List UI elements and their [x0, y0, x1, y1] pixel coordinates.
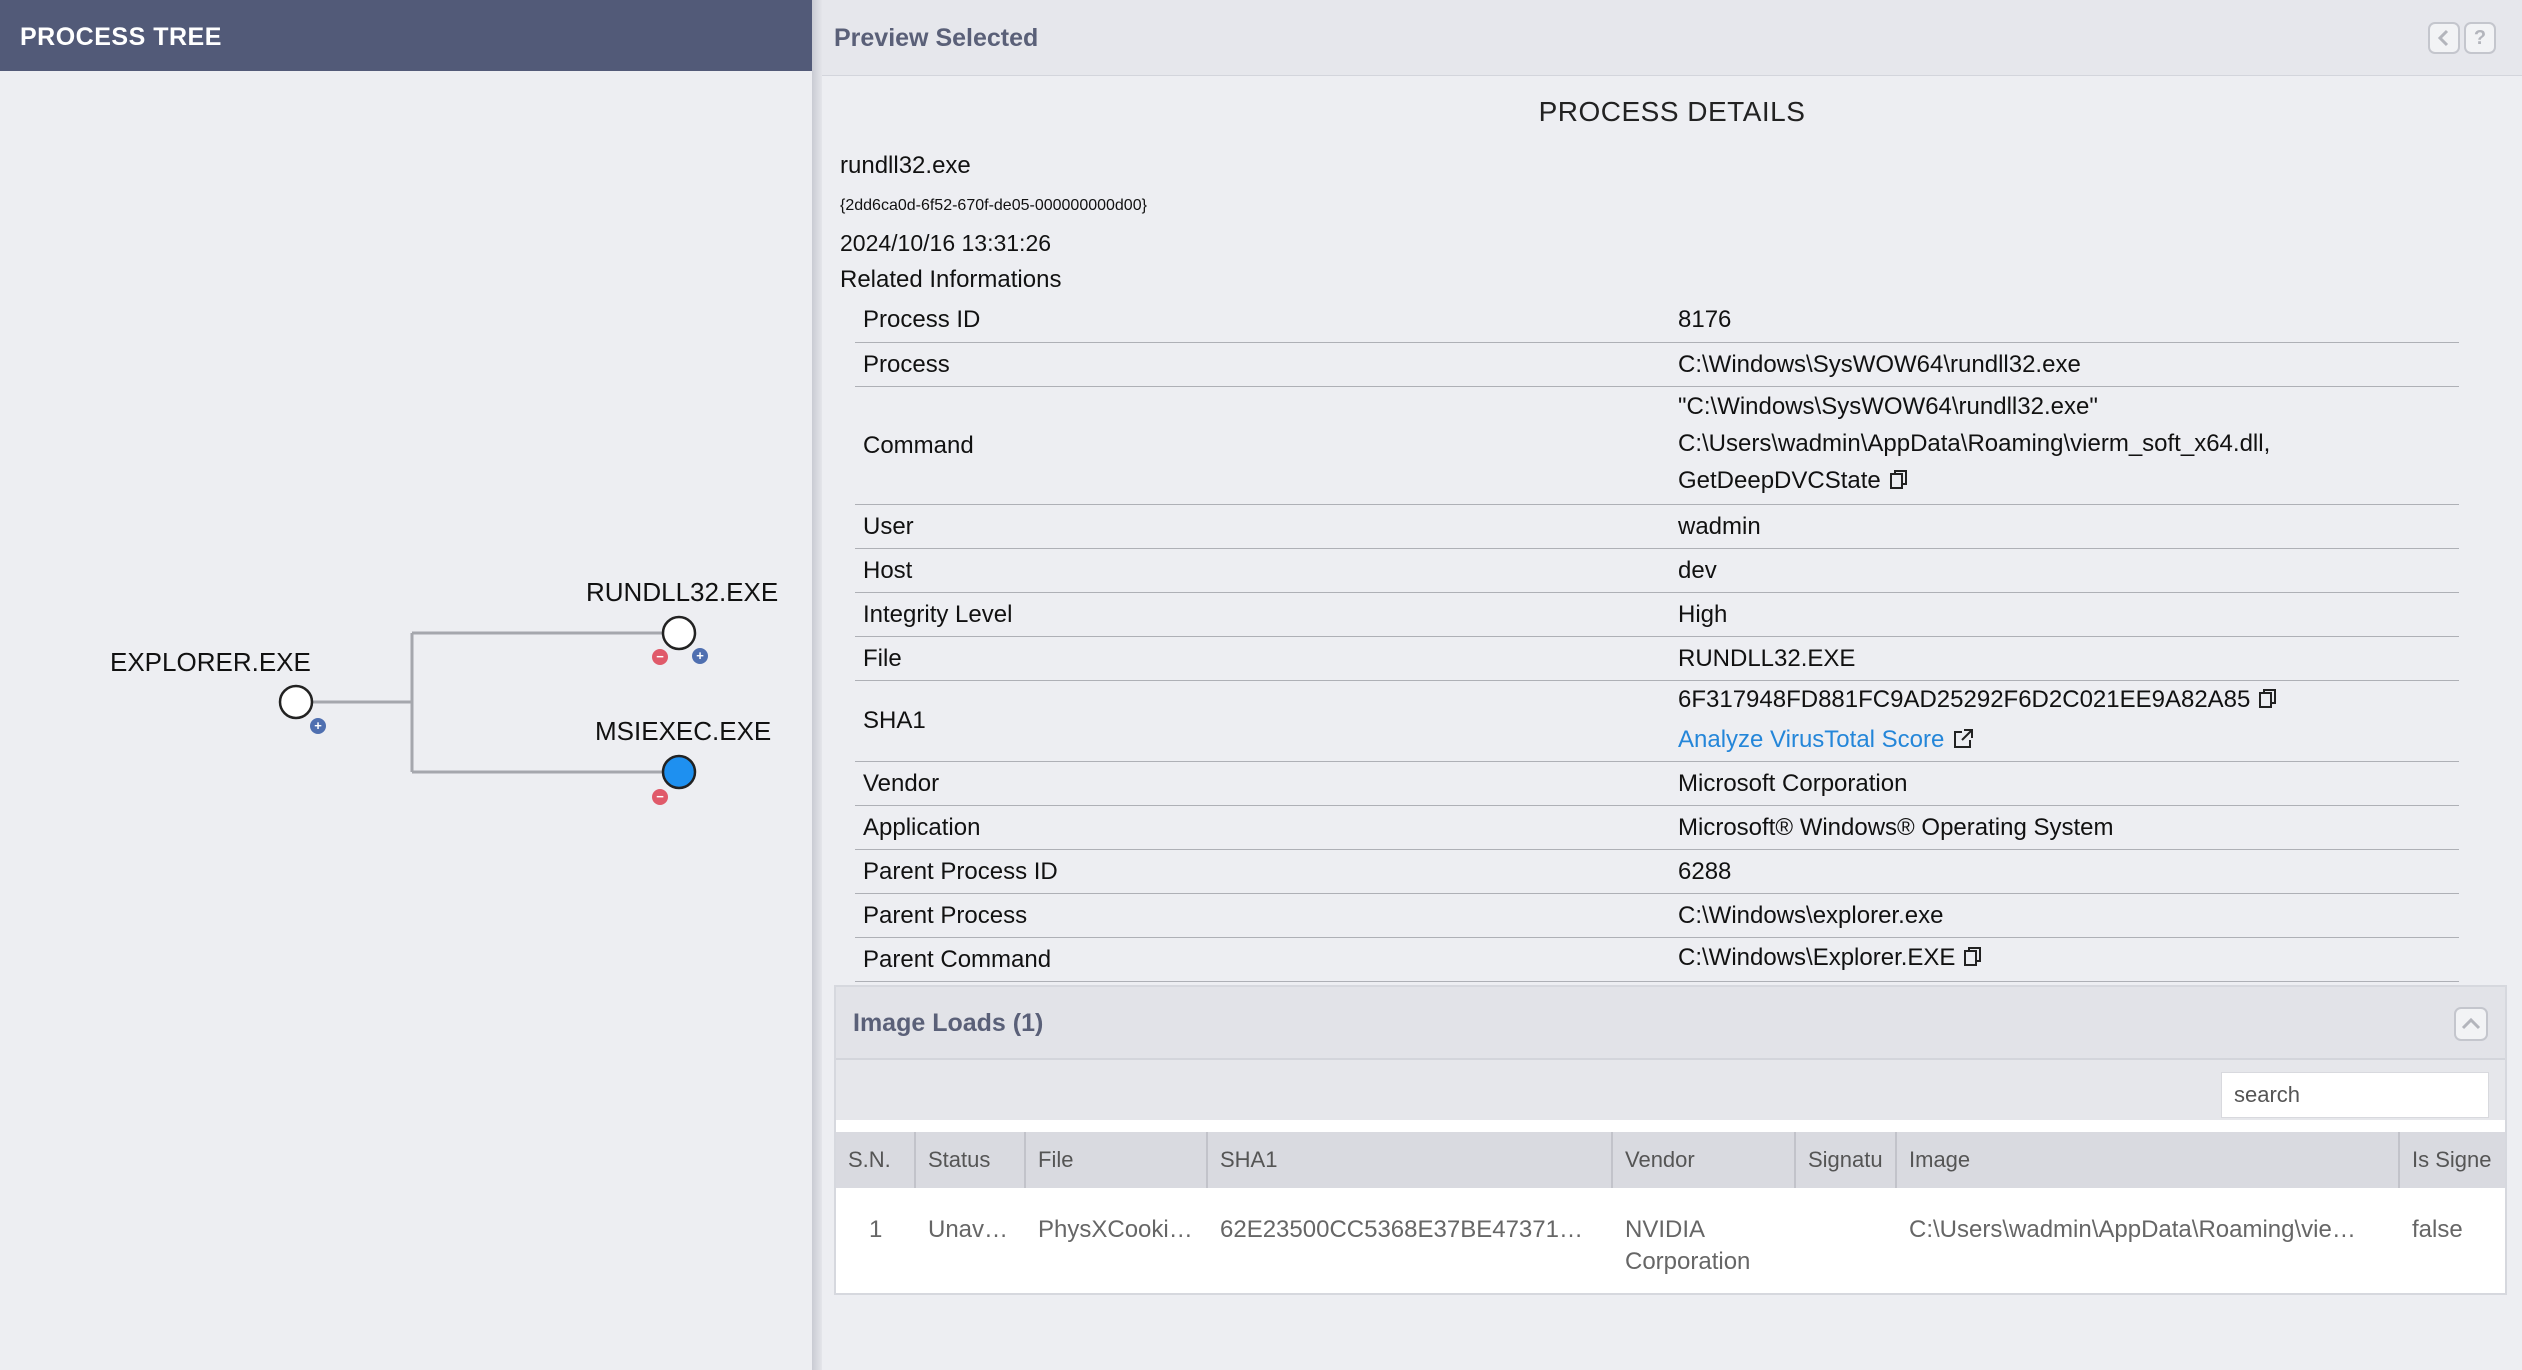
copy-icon[interactable]	[1889, 465, 1909, 502]
cell-sn: 1	[869, 1216, 883, 1243]
help-icon[interactable]: ?	[2464, 22, 2496, 54]
column-header-vendor[interactable]: Vendor	[1613, 1132, 1796, 1188]
panel-splitter[interactable]	[812, 0, 822, 1370]
detail-value: wadmin	[1670, 504, 2459, 549]
detail-value: C:\Windows\SysWOW64\rundll32.exe	[1670, 342, 2459, 387]
preview-title: Preview Selected	[834, 24, 1039, 52]
virustotal-link[interactable]: Analyze VirusTotal Score	[1678, 726, 1944, 753]
detail-key: Parent Process	[855, 893, 1670, 938]
detail-key: Parent Command	[855, 937, 1670, 982]
detail-value: High	[1670, 592, 2459, 637]
image-loads-toolbar	[836, 1060, 2505, 1120]
explorer-node[interactable]	[278, 684, 314, 720]
command-line-2: C:\Users\wadmin\AppData\Roaming\vierm_so…	[1678, 430, 2271, 457]
detail-key: Integrity Level	[855, 592, 1670, 637]
tree-edge	[296, 631, 678, 774]
process-details-title: PROCESS DETAILS	[1538, 96, 1806, 127]
related-info-title: Related Informations	[840, 266, 1062, 293]
detail-value: 8176	[1670, 298, 2459, 343]
detail-value: dev	[1670, 548, 2459, 593]
detail-value: C:\Windows\explorer.exe	[1670, 893, 2459, 938]
chevron-left-icon[interactable]	[2428, 22, 2460, 54]
copy-icon[interactable]	[1963, 942, 1983, 979]
process-details-table: Process ID 8176 Process C:\Windows\SysWO…	[855, 298, 2459, 982]
command-line-1: "C:\Windows\SysWOW64\rundll32.exe"	[1678, 393, 2098, 420]
table-row: Process C:\Windows\SysWOW64\rundll32.exe	[855, 342, 2459, 387]
sha1-value: 6F317948FD881FC9AD25292F6D2C021EE9A82A85	[1678, 685, 2251, 713]
detail-value: RUNDLL32.EXE	[1670, 636, 2459, 681]
detail-key: Host	[855, 548, 1670, 593]
column-header-image[interactable]: Image	[1897, 1132, 2400, 1188]
preview-panel: Preview Selected ? PROCESS DETAILS rundl…	[822, 0, 2522, 1370]
detail-key: Vendor	[855, 761, 1670, 806]
image-loads-header: Image Loads (1)	[836, 987, 2505, 1060]
image-loads-panel: Image Loads (1) S.N. Status File SHA1 Ve…	[834, 985, 2507, 1295]
detail-value: 6288	[1670, 849, 2459, 894]
detail-key: Parent Process ID	[855, 849, 1670, 894]
column-header-file[interactable]: File	[1026, 1132, 1208, 1188]
detail-key: User	[855, 504, 1670, 549]
table-row: Parent Process ID 6288	[855, 849, 2459, 894]
svg-text:+: +	[314, 718, 322, 733]
detail-value: 6F317948FD881FC9AD25292F6D2C021EE9A82A85…	[1670, 680, 2459, 762]
rundll32-node-label[interactable]: RUNDLL32.EXE	[586, 577, 778, 608]
svg-text:−: −	[656, 649, 664, 664]
detail-key: File	[855, 636, 1670, 681]
process-guid: {2dd6ca0d-6f52-670f-de05-000000000d00}	[840, 197, 1147, 214]
process-tree-canvas: + − + −	[278, 615, 708, 805]
process-name: rundll32.exe	[840, 152, 971, 179]
chevron-up-icon[interactable]	[2454, 1007, 2488, 1041]
column-header-sha1[interactable]: SHA1	[1208, 1132, 1613, 1188]
process-timestamp: 2024/10/16 13:31:26	[840, 230, 1052, 256]
preview-header: Preview Selected ?	[822, 0, 2522, 76]
cell-file: PhysXCooki…	[1038, 1216, 1193, 1243]
image-loads-title: Image Loads (1)	[853, 1009, 1044, 1037]
svg-text:−: −	[656, 789, 664, 804]
table-row: User wadmin	[855, 504, 2459, 549]
table-row: Application Microsoft® Windows® Operatin…	[855, 805, 2459, 850]
detail-key: Process ID	[855, 298, 1670, 343]
table-row[interactable]: 1 Unav… PhysXCooki… 62E23500CC5368E37BE4…	[836, 1188, 2505, 1293]
detail-key: Command	[855, 386, 1670, 505]
copy-icon[interactable]	[2258, 684, 2278, 721]
cell-image: C:\Users\wadmin\AppData\Roaming\vie…	[1909, 1216, 2356, 1243]
detail-key: SHA1	[855, 680, 1670, 762]
cell-vendor: NVIDIA Corporation	[1625, 1216, 1751, 1275]
image-loads-table-header: S.N. Status File SHA1 Vendor Signatu Ima…	[836, 1132, 2505, 1188]
cell-sha1: 62E23500CC5368E37BE47371…	[1220, 1216, 1583, 1243]
rundll32-node[interactable]	[661, 615, 697, 651]
msiexec-node-label[interactable]: MSIEXEC.EXE	[595, 716, 771, 747]
svg-text:+: +	[696, 648, 704, 663]
detail-value: "C:\Windows\SysWOW64\rundll32.exe" C:\Us…	[1670, 386, 2459, 505]
detail-value: Microsoft® Windows® Operating System	[1670, 805, 2459, 850]
table-row: File RUNDLL32.EXE	[855, 636, 2459, 681]
cell-is-signed: false	[2412, 1216, 2463, 1243]
column-header-is-signed[interactable]: Is Signe	[2400, 1132, 2505, 1188]
msiexec-node[interactable]	[661, 754, 697, 790]
table-row: Host dev	[855, 548, 2459, 593]
detail-value: C:\Windows\Explorer.EXE	[1670, 937, 2459, 982]
process-tree-panel: + − + − PROCESS TREE EXPLORER.EXE RUNDLL…	[0, 0, 812, 1370]
table-row: Vendor Microsoft Corporation	[855, 761, 2459, 806]
table-row: SHA1 6F317948FD881FC9AD25292F6D2C021EE9A…	[855, 680, 2459, 762]
table-row: Integrity Level High	[855, 592, 2459, 637]
detail-key: Application	[855, 805, 1670, 850]
cell-status: Unav…	[928, 1216, 1009, 1243]
parent-command-value: C:\Windows\Explorer.EXE	[1678, 944, 1956, 971]
external-link-icon[interactable]	[1952, 724, 1974, 761]
process-tree-title: PROCESS TREE	[0, 0, 812, 71]
search-input[interactable]	[2221, 1072, 2489, 1118]
column-header-sn[interactable]: S.N.	[836, 1132, 916, 1188]
detail-key: Process	[855, 342, 1670, 387]
column-header-signature[interactable]: Signatu	[1796, 1132, 1897, 1188]
table-row: Command "C:\Windows\SysWOW64\rundll32.ex…	[855, 386, 2459, 505]
table-row: Parent Process C:\Windows\explorer.exe	[855, 893, 2459, 938]
column-header-status[interactable]: Status	[916, 1132, 1026, 1188]
command-line-3: GetDeepDVCState	[1678, 467, 1881, 494]
table-row: Parent Command C:\Windows\Explorer.EXE	[855, 937, 2459, 982]
detail-value: Microsoft Corporation	[1670, 761, 2459, 806]
table-row: Process ID 8176	[855, 298, 2459, 343]
explorer-node-label[interactable]: EXPLORER.EXE	[110, 647, 311, 678]
